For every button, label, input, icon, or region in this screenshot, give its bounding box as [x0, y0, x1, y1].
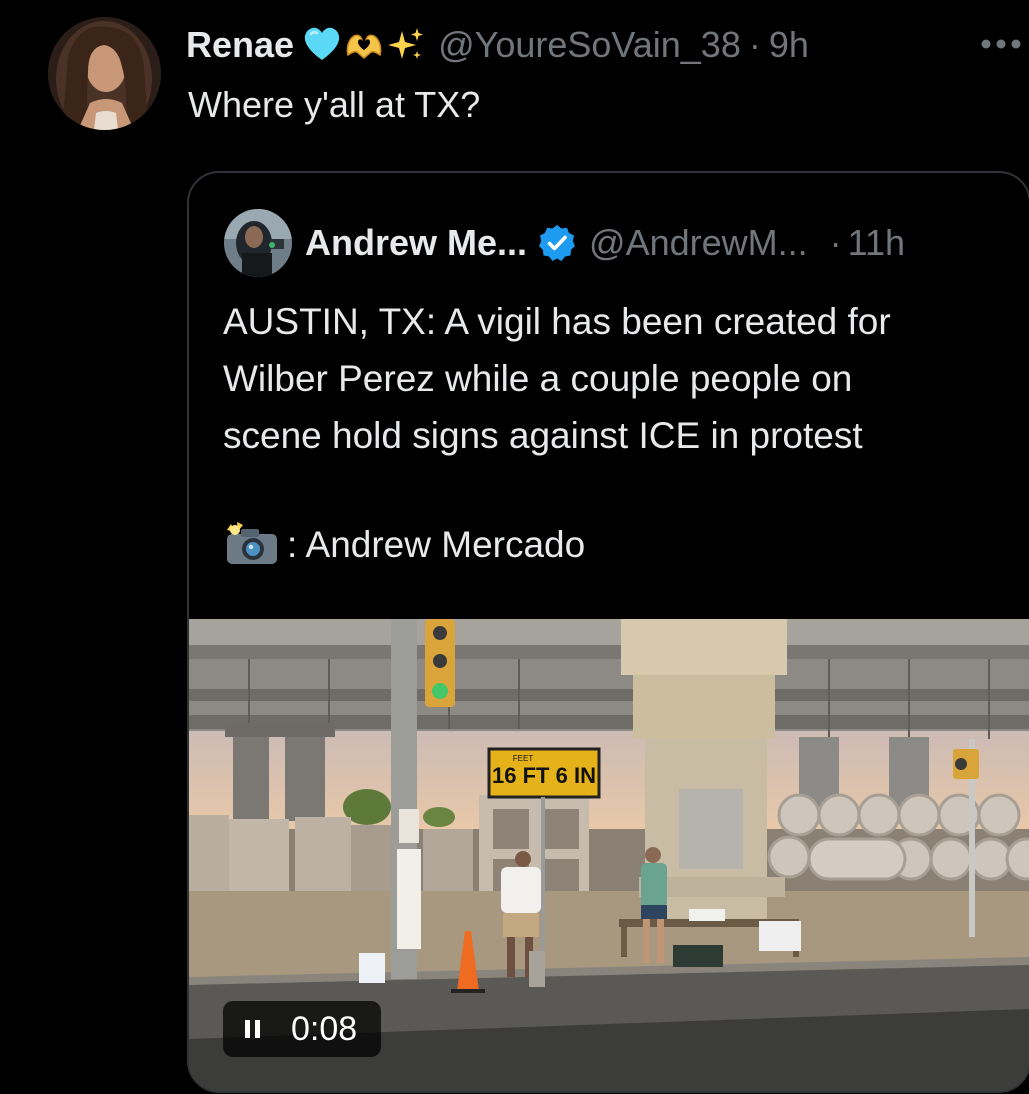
quoted-tweet-card[interactable]: Andrew Me... @AndrewM... · 11h AUSTIN, T… [187, 171, 1029, 1093]
photo-credit-text: : Andrew Mercado [287, 524, 586, 565]
quoted-author-avatar[interactable] [224, 209, 292, 277]
clearance-sign-small: FEET [513, 754, 534, 763]
ellipsis-icon[interactable] [979, 36, 1023, 52]
photo-credit: : Andrew Mercado [223, 520, 585, 570]
author-display-name[interactable]: Renae [186, 24, 294, 66]
tweet-timestamp[interactable]: 9h [769, 24, 809, 66]
name-emojis [302, 25, 428, 65]
quoted-author-display-name[interactable]: Andrew Me... [305, 222, 527, 264]
quoted-text-line: Wilber Perez while a couple people on [223, 358, 853, 399]
quoted-tweet-timestamp[interactable]: 11h [848, 222, 905, 264]
quoted-author-handle[interactable]: @AndrewM... [589, 222, 808, 264]
quoted-text-line: AUSTIN, TX: A vigil has been created for [223, 301, 891, 342]
blue-heart-icon [304, 27, 340, 60]
quoted-text-line: scene hold signs against ICE in protest [223, 415, 863, 456]
camera-flash-icon [227, 522, 277, 564]
quoted-avatar-photo [224, 209, 292, 277]
tweet-header: Renae @YoureSoVain_38 · 9h [186, 22, 809, 68]
sparkles-icon [388, 28, 424, 59]
heart-hands-icon [346, 34, 382, 59]
header-separator: · [748, 24, 761, 65]
tweet-text: Where y'all at TX? [188, 84, 481, 125]
avatar-photo [48, 17, 161, 130]
verified-badge-icon[interactable] [537, 223, 577, 263]
quoted-tweet-header: Andrew Me... @AndrewM... · 11h [305, 219, 905, 267]
author-handle[interactable]: @YoureSoVain_38 [438, 24, 741, 66]
quoted-header-separator: · [829, 222, 842, 263]
pause-icon[interactable] [243, 1019, 263, 1039]
author-avatar[interactable] [48, 17, 161, 130]
video-elapsed-time: 0:08 [291, 1009, 358, 1048]
video-playback-indicator[interactable]: 0:08 [223, 1001, 381, 1057]
clearance-sign-text: 16 FT 6 IN [492, 763, 596, 788]
quoted-tweet-text: AUSTIN, TX: A vigil has been created for… [223, 293, 1013, 464]
